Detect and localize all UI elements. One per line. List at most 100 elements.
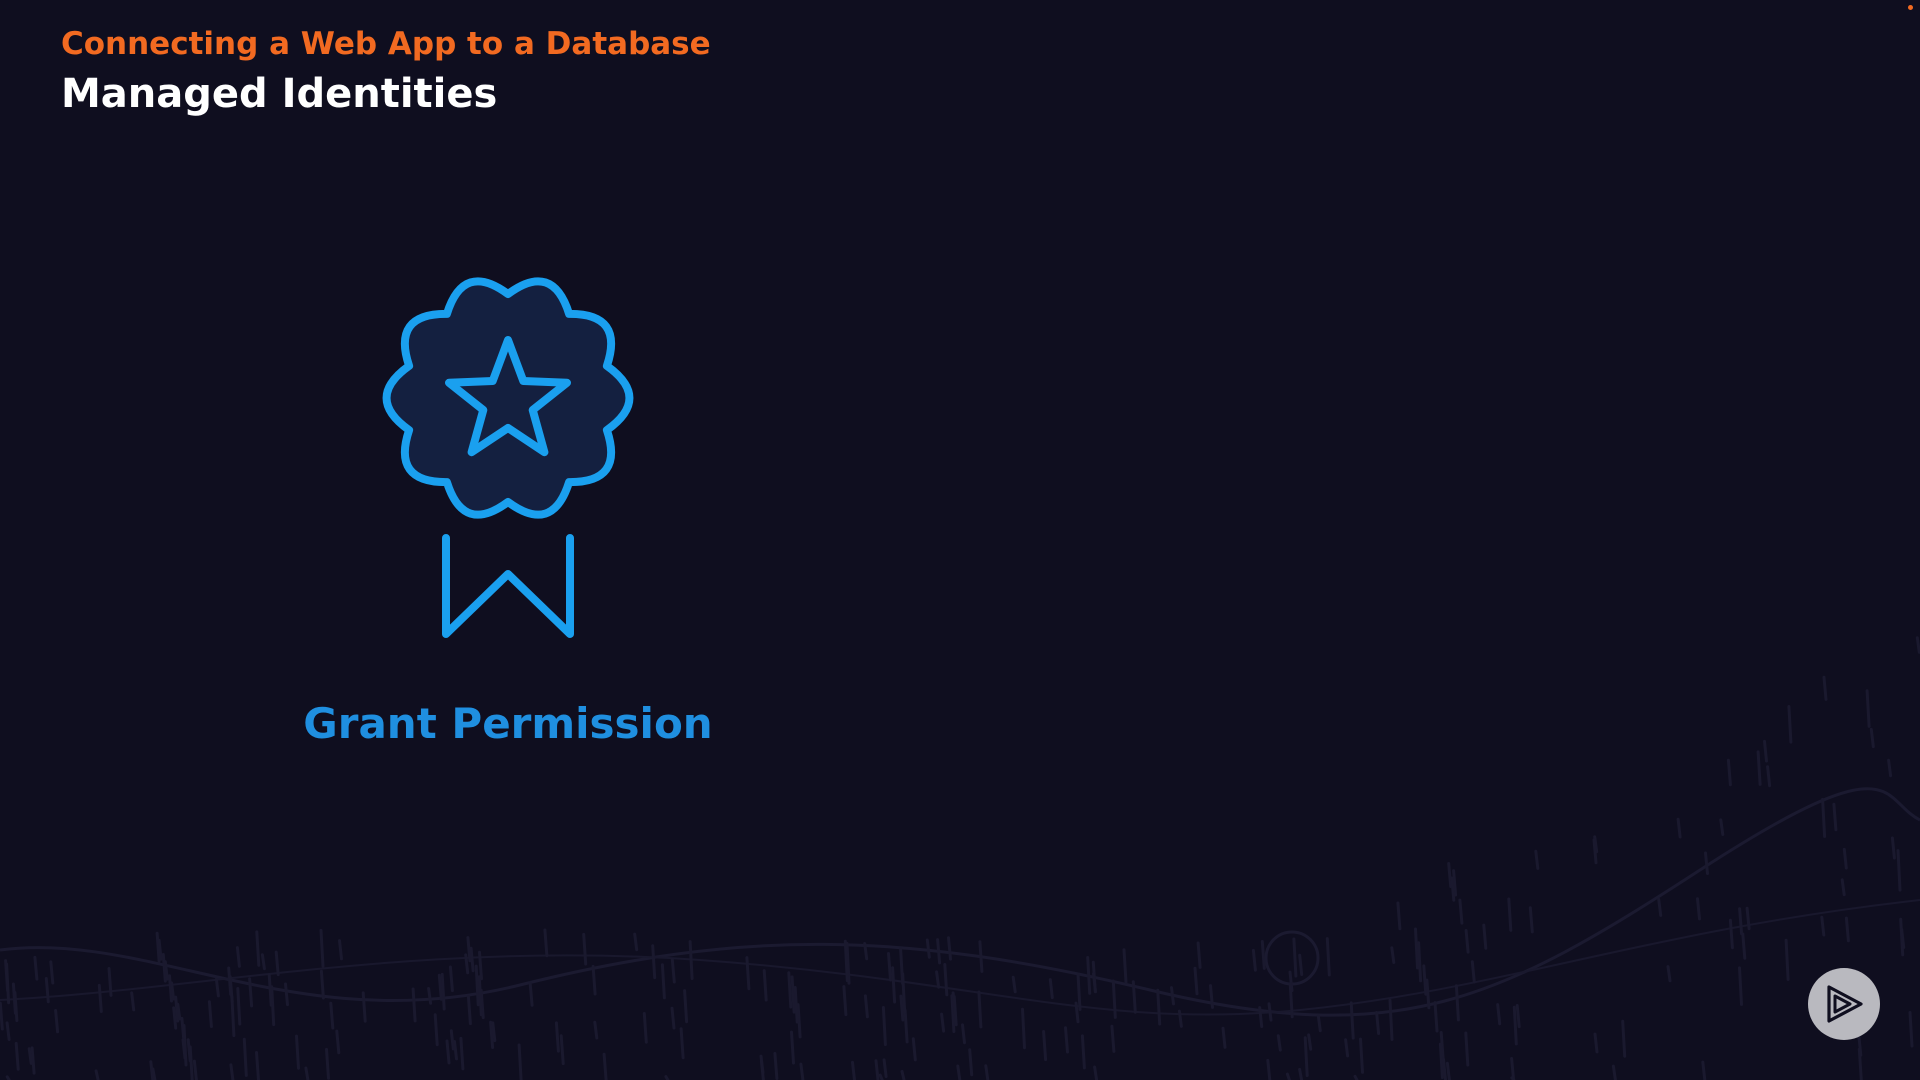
background-dash bbox=[940, 1012, 946, 1033]
background-dash bbox=[759, 1054, 765, 1075]
background-dash bbox=[878, 1073, 884, 1080]
background-dash bbox=[1593, 1032, 1599, 1054]
background-dash bbox=[97, 983, 103, 1013]
background-dash bbox=[1316, 1014, 1322, 1033]
background-dash bbox=[1349, 1001, 1355, 1040]
background-dash bbox=[968, 1048, 974, 1077]
background-dash bbox=[1515, 1004, 1521, 1029]
background-dash bbox=[1915, 636, 1920, 654]
background-dash bbox=[1512, 1005, 1518, 1046]
background-dash bbox=[660, 963, 666, 1000]
background-dash bbox=[1458, 898, 1464, 925]
background-dash bbox=[1844, 916, 1850, 943]
background-dash bbox=[1442, 1057, 1447, 1080]
background-dash bbox=[961, 1023, 966, 1045]
background-dash bbox=[1857, 1033, 1863, 1057]
background-dash bbox=[1900, 928, 1906, 949]
background-dash bbox=[174, 995, 180, 1023]
background-dash bbox=[411, 987, 417, 1023]
background-dash bbox=[295, 1034, 300, 1070]
background-dash bbox=[1464, 1031, 1470, 1067]
background-dash bbox=[1621, 1019, 1627, 1058]
award-ribbon-star-icon bbox=[382, 277, 634, 638]
background-dash bbox=[1899, 917, 1905, 957]
background-dash bbox=[1896, 849, 1902, 892]
background-dash bbox=[1676, 817, 1682, 839]
background-dash bbox=[0, 1001, 4, 1031]
background-dash bbox=[1832, 802, 1838, 832]
background-dash bbox=[448, 965, 454, 993]
background-dash bbox=[260, 953, 266, 971]
background-dash bbox=[664, 1075, 670, 1080]
background-dash bbox=[1064, 1026, 1069, 1054]
background-dash bbox=[1076, 972, 1082, 1011]
background-dash bbox=[528, 981, 534, 1007]
background-dash bbox=[1450, 876, 1456, 902]
background-dash bbox=[670, 1006, 676, 1030]
background-dash bbox=[843, 939, 849, 983]
background-dash bbox=[543, 928, 549, 958]
background-dash bbox=[228, 975, 234, 1004]
background-dash bbox=[1890, 836, 1896, 860]
background-dash bbox=[479, 988, 485, 1020]
background-dash bbox=[329, 1001, 335, 1030]
background-dash bbox=[163, 960, 169, 981]
background-dash bbox=[49, 960, 55, 985]
background-dash bbox=[469, 946, 475, 973]
background-dash bbox=[1375, 1011, 1381, 1035]
background-dash bbox=[1396, 901, 1402, 931]
background-wave-pattern bbox=[0, 636, 1920, 1080]
background-dash bbox=[1611, 1064, 1617, 1080]
background-dash bbox=[952, 995, 958, 1027]
background-dash bbox=[1425, 978, 1431, 1010]
background-dash bbox=[1865, 689, 1871, 728]
background-dash bbox=[602, 1052, 608, 1080]
background-dash bbox=[787, 971, 793, 1009]
background-dash bbox=[1822, 675, 1828, 701]
background-dash bbox=[192, 1059, 198, 1080]
background-dash bbox=[950, 994, 956, 1034]
background-dash bbox=[181, 1038, 187, 1060]
background-dash bbox=[796, 1003, 802, 1039]
slide: Connecting a Web App to a Database Manag… bbox=[0, 0, 1920, 1080]
badge-rosette bbox=[382, 277, 634, 519]
background-dash bbox=[1122, 948, 1128, 984]
background-dash bbox=[1745, 906, 1751, 931]
background-dash bbox=[1390, 946, 1396, 964]
background-dash bbox=[325, 1047, 330, 1080]
background-dash bbox=[887, 952, 892, 982]
background-dash bbox=[688, 940, 694, 980]
background-dash bbox=[582, 932, 588, 966]
background-dash bbox=[842, 985, 848, 1017]
background-dash bbox=[478, 950, 483, 981]
background-dash bbox=[1388, 998, 1394, 1041]
background-dash bbox=[1093, 1065, 1099, 1080]
background-dash bbox=[1666, 965, 1672, 983]
background-dash bbox=[951, 991, 957, 1015]
background-dash bbox=[1447, 862, 1453, 888]
background-dash bbox=[107, 967, 113, 997]
background-dash bbox=[130, 991, 136, 1012]
background-dash bbox=[956, 1064, 962, 1080]
background-dash bbox=[947, 936, 952, 961]
background-dash bbox=[1209, 984, 1214, 1009]
background-dash bbox=[182, 1024, 188, 1067]
background-dash bbox=[207, 1000, 213, 1028]
background-dash bbox=[466, 995, 472, 1026]
background-dash bbox=[33, 955, 39, 981]
background-dash bbox=[1496, 1003, 1502, 1026]
background-dash bbox=[1766, 765, 1772, 788]
background-dash bbox=[255, 930, 261, 967]
background-dash bbox=[559, 1034, 565, 1066]
play-logo[interactable] bbox=[1808, 968, 1880, 1040]
background-dash bbox=[1422, 964, 1428, 996]
background-dash bbox=[1298, 1067, 1304, 1080]
background-dash bbox=[935, 970, 941, 989]
background-dash bbox=[679, 1027, 685, 1060]
background-dash bbox=[449, 1029, 455, 1051]
background-dash bbox=[900, 1069, 906, 1080]
background-dash bbox=[1756, 750, 1762, 786]
background-dash bbox=[242, 1037, 248, 1077]
corner-dot bbox=[1908, 5, 1913, 10]
background-dash bbox=[214, 977, 220, 998]
